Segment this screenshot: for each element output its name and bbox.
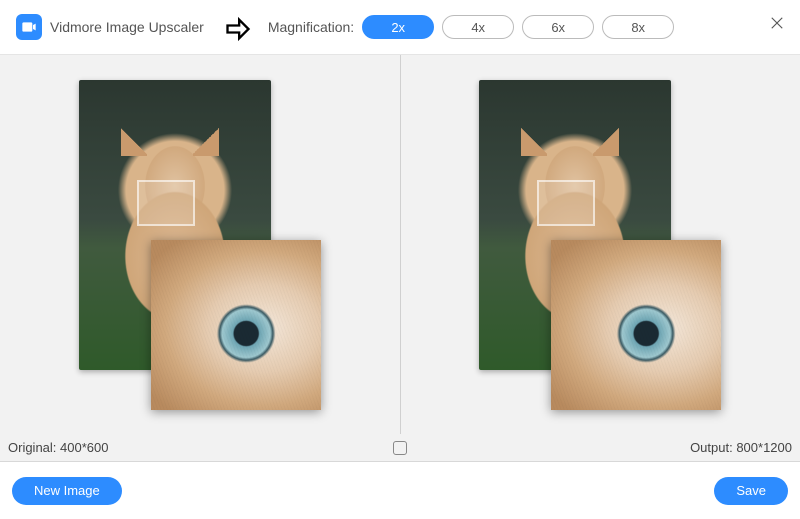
magnification-group: 2x 4x 6x 8x	[362, 15, 674, 39]
output-image-stack	[479, 80, 721, 410]
output-zoom-detail	[551, 240, 721, 410]
original-image-stack	[79, 80, 321, 410]
header-bar: Vidmore Image Upscaler Magnification: 2x…	[0, 0, 800, 54]
output-dimensions: 800*1200	[736, 440, 792, 455]
original-size-label: Original: 400*600	[8, 440, 400, 455]
magnification-4x[interactable]: 4x	[442, 15, 514, 39]
output-selection-box	[537, 180, 595, 226]
save-button[interactable]: Save	[714, 477, 788, 505]
preview-area	[0, 54, 800, 434]
original-dimensions: 400*600	[60, 440, 108, 455]
output-prefix: Output:	[690, 440, 733, 455]
arrow-right-icon	[224, 15, 252, 46]
output-pane	[400, 55, 800, 434]
magnification-label: Magnification:	[268, 19, 354, 35]
info-bar: Original: 400*600 Output: 800*1200	[0, 434, 800, 462]
close-icon[interactable]	[768, 14, 786, 35]
app-title: Vidmore Image Upscaler	[50, 19, 204, 35]
footer-bar: New Image Save	[0, 462, 800, 519]
magnification-8x[interactable]: 8x	[602, 15, 674, 39]
app-logo	[16, 14, 42, 40]
original-pane	[0, 55, 400, 434]
magnification-6x[interactable]: 6x	[522, 15, 594, 39]
magnification-2x[interactable]: 2x	[362, 15, 434, 39]
output-size-label: Output: 800*1200	[400, 440, 792, 455]
original-zoom-detail	[151, 240, 321, 410]
zoom-selection-box[interactable]	[137, 180, 195, 226]
link-toggle[interactable]	[393, 441, 407, 455]
original-prefix: Original:	[8, 440, 56, 455]
new-image-button[interactable]: New Image	[12, 477, 122, 505]
